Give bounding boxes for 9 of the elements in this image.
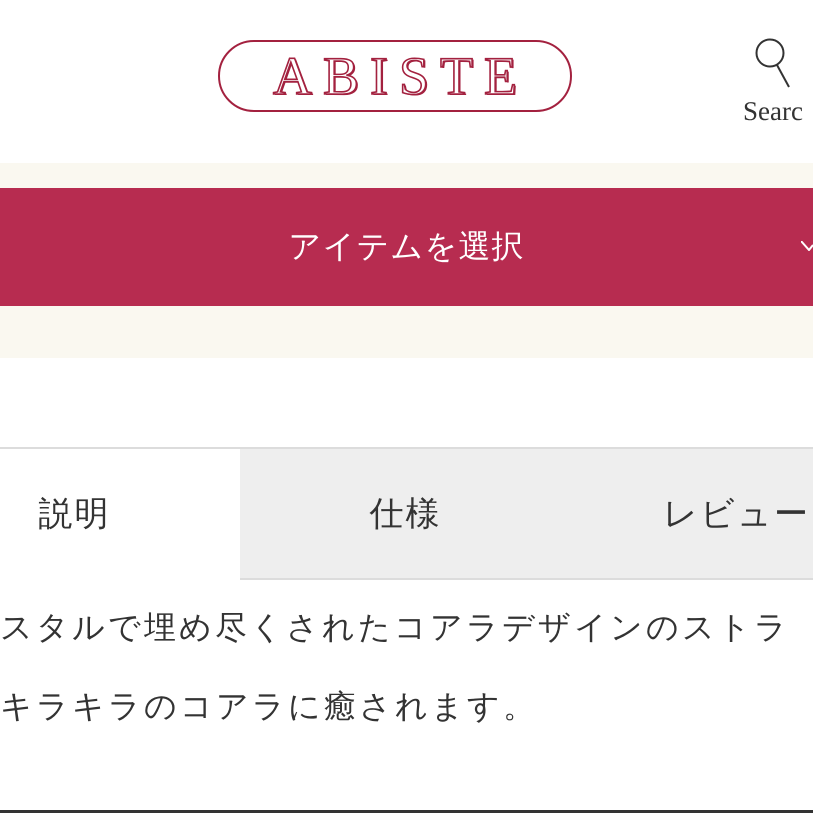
search-icon xyxy=(755,38,791,88)
search-button[interactable]: Searc xyxy=(733,38,813,127)
description-text: キラキラのコアラに癒されます。 xyxy=(0,686,539,727)
tab[interactable]: レビュー xyxy=(571,449,813,580)
tab[interactable]: 仕様 xyxy=(240,449,571,580)
item-select-button[interactable]: アイテムを選択 xyxy=(0,188,813,306)
chevron-icon xyxy=(801,241,813,251)
description-text: スタルで埋め尽くされたコアラデザインのストラ xyxy=(0,607,791,648)
brand-logo[interactable]: ABISTE xyxy=(218,40,572,112)
